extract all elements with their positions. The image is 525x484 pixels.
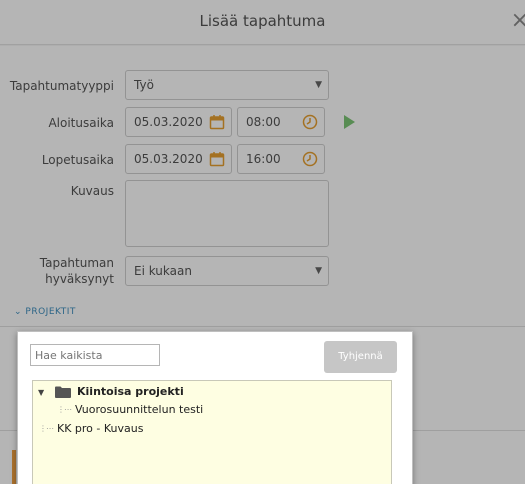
project-picker-popup: Tyhjennä ▼ Kiintoisa projekti ⋮⋯ Vuorosu…	[17, 331, 413, 484]
tree-connector: ⋮⋯	[39, 424, 54, 433]
tree-node[interactable]: Vuorosuunnittelun testi	[75, 403, 203, 416]
expand-toggle-icon[interactable]: ▼	[38, 388, 44, 397]
tree-connector: ⋮⋯	[57, 405, 72, 414]
clear-button[interactable]: Tyhjennä	[324, 341, 397, 373]
project-tree: ▼ Kiintoisa projekti ⋮⋯ Vuorosuunnittelu…	[32, 380, 392, 484]
search-input[interactable]	[30, 344, 160, 366]
tree-node[interactable]: KK pro - Kuvaus	[57, 422, 143, 435]
tree-node[interactable]: Kiintoisa projekti	[77, 385, 184, 398]
folder-icon	[55, 386, 71, 398]
